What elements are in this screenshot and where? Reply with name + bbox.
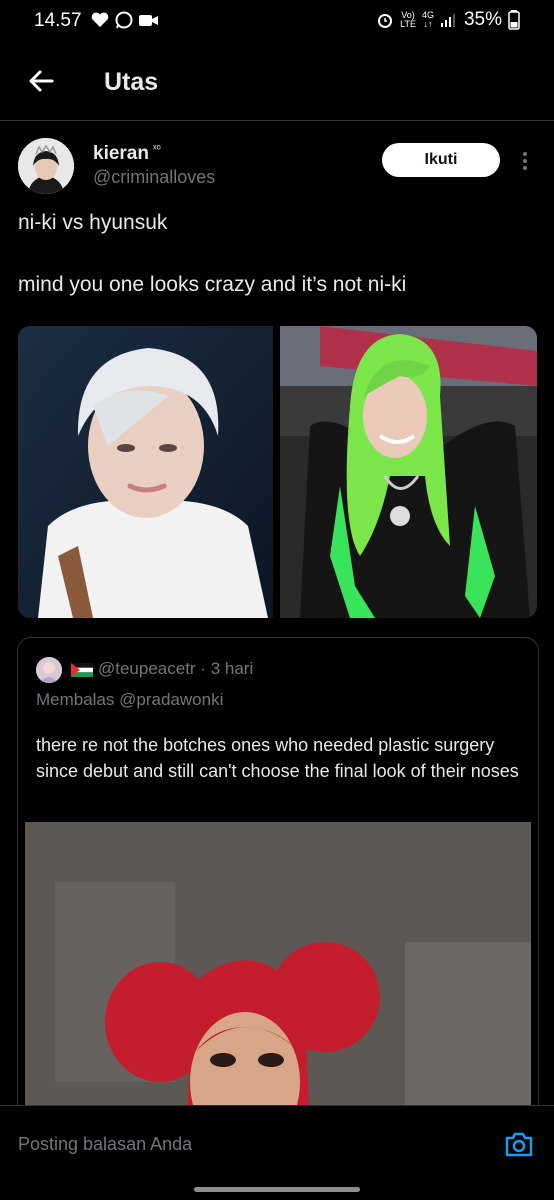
tweet-text-line-2: mind you one looks crazy and it’s not ni…	[18, 273, 407, 296]
author-avatar[interactable]	[18, 138, 74, 194]
quoted-handle-time: @teupeacetr · 3 hari	[98, 659, 254, 678]
quoted-reply-to: Membalas @pradawonki	[36, 690, 224, 709]
camera-icon[interactable]	[504, 1130, 534, 1158]
tweet-image-right[interactable]	[280, 326, 537, 618]
whatsapp-icon	[115, 11, 133, 29]
heart-icon	[91, 12, 109, 27]
quoted-tweet-card[interactable]: @teupeacetr · 3 hari Membalas @pradawonk…	[17, 637, 539, 1139]
battery-percent: 35%	[463, 9, 502, 30]
alarm-icon	[378, 14, 393, 28]
reply-composer-bar: Posting balasan Anda	[0, 1105, 554, 1182]
follow-button[interactable]: Ikuti	[382, 143, 500, 177]
volte-indicator: Vo) LTE	[400, 10, 416, 29]
author-name-badge: ˣᵒ	[152, 143, 161, 155]
tweet-text-line-1: ni-ki vs hyunsuk	[18, 211, 168, 234]
quoted-author-avatar	[36, 657, 62, 683]
back-arrow-icon[interactable]	[26, 66, 56, 96]
network-type-indicator: 4G ↓↑	[421, 10, 434, 29]
palestine-flag-icon	[71, 663, 93, 677]
quoted-tweet-text: there re not the botches ones who needed…	[36, 735, 519, 781]
signal-icon	[440, 14, 455, 27]
tweet-image-left[interactable]	[18, 326, 273, 618]
quoted-tweet-image[interactable]	[25, 822, 531, 1138]
page-title: Utas	[104, 68, 159, 96]
status-time: 14.57	[34, 10, 82, 31]
header-divider	[0, 120, 554, 121]
status-bar: 14.57 Vo) LTE 4G ↓↑ 35%	[0, 0, 554, 44]
reply-input[interactable]: Posting balasan Anda	[18, 1134, 192, 1155]
battery-icon	[508, 10, 520, 30]
more-options-icon[interactable]	[518, 150, 532, 172]
top-app-bar: Utas	[0, 52, 554, 116]
video-icon	[139, 15, 158, 26]
author-handle[interactable]: @criminalloves	[93, 167, 215, 188]
home-indicator[interactable]	[194, 1187, 360, 1192]
author-name[interactable]: kieran ˣᵒ	[93, 143, 161, 165]
